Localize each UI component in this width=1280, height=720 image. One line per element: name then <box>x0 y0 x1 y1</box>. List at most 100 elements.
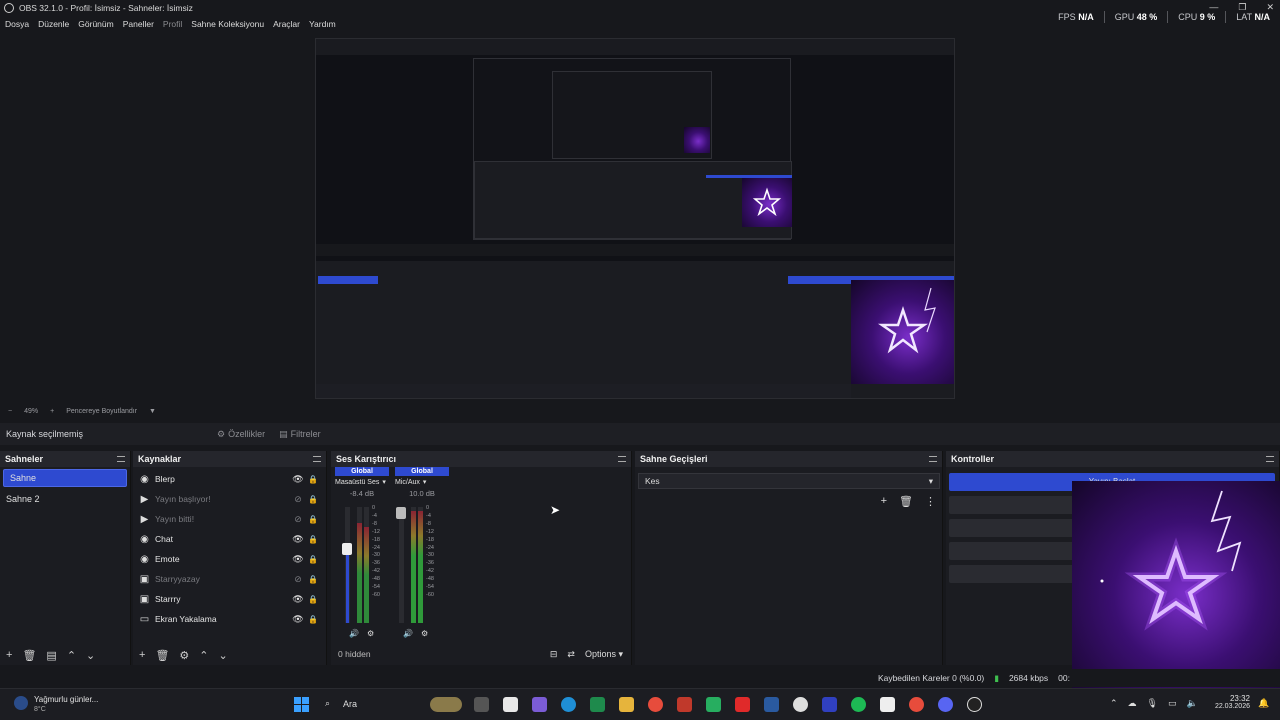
gear-icon[interactable]: ⚙ <box>179 649 189 662</box>
obs-icon[interactable] <box>967 697 982 712</box>
source-item[interactable]: ▶ Yayın başlıyor! ⊘ 🔒 <box>133 489 326 509</box>
app-icon[interactable] <box>677 697 692 712</box>
scene-item[interactable]: Sahne <box>3 469 127 487</box>
source-item[interactable]: ▭ Ekran Yakalama 👁 🔒 <box>133 609 326 629</box>
source-item[interactable]: ▣ Starryyazay ⊘ 🔒 <box>133 569 326 589</box>
eye-hidden-icon[interactable]: ⊘ <box>290 514 306 525</box>
start-icon[interactable] <box>294 697 309 712</box>
add-icon[interactable]: + <box>139 649 145 661</box>
dock-float-icon[interactable] <box>618 456 626 462</box>
eye-hidden-icon[interactable]: ⊘ <box>290 574 306 585</box>
notification-icon[interactable]: 🔔 <box>1258 698 1269 709</box>
youtube-icon[interactable] <box>735 697 750 712</box>
menu-help[interactable]: Yardım <box>309 19 336 29</box>
folder-icon[interactable] <box>619 697 634 712</box>
source-item[interactable]: ◉ Emote 👁 🔒 <box>133 549 326 569</box>
lock-icon[interactable]: 🔒 <box>306 595 320 604</box>
menu-docks[interactable]: Paneller <box>123 19 154 29</box>
settings-icon[interactable]: ⚙ <box>421 629 428 638</box>
settings-icon[interactable]: ⚙ <box>367 629 374 638</box>
dock-float-icon[interactable] <box>1266 456 1274 462</box>
edge-icon[interactable] <box>561 697 576 712</box>
zoom-in-button[interactable]: + <box>50 408 54 415</box>
copilot-icon[interactable] <box>532 697 547 712</box>
menu-tools[interactable]: Araçlar <box>273 19 300 29</box>
lock-icon[interactable]: 🔒 <box>306 475 320 484</box>
filters-button[interactable]: ▤ Filtreler <box>279 429 321 440</box>
fit-to-window-select[interactable]: Pencereye Boyutlandır <box>66 408 137 415</box>
source-item[interactable]: ▶ Yayın bitti! ⊘ 🔒 <box>133 509 326 529</box>
properties-button[interactable]: ⚙ Özellikler <box>217 429 265 440</box>
menu-edit[interactable]: Düzenle <box>38 19 69 29</box>
volume-fader[interactable] <box>396 507 406 623</box>
more-icon[interactable]: ⋮ <box>925 495 936 508</box>
link-icon[interactable]: ⇄ <box>567 649 575 660</box>
chevron-down-icon[interactable]: ▼ <box>149 408 156 415</box>
source-item[interactable]: ◉ Blerp 👁 🔒 <box>133 469 326 489</box>
excel-icon[interactable] <box>590 697 605 712</box>
search-icon[interactable]: ⌕ <box>325 698 330 709</box>
trash-icon[interactable]: 🗑 <box>22 649 36 662</box>
lock-icon[interactable]: 🔒 <box>306 575 320 584</box>
move-up-icon[interactable]: ⌃ <box>67 649 76 662</box>
file-icon[interactable] <box>503 697 518 712</box>
mic-icon[interactable]: 🎙 <box>1147 698 1158 709</box>
chrome-icon[interactable] <box>909 697 924 712</box>
move-down-icon[interactable]: ⌄ <box>219 649 228 662</box>
preview-canvas[interactable] <box>315 38 955 399</box>
search-box[interactable]: Ara <box>343 699 357 709</box>
add-icon[interactable]: + <box>6 649 12 661</box>
filter-icon[interactable]: ▤ <box>46 649 56 662</box>
transition-select[interactable]: Kes ▾ <box>638 473 940 489</box>
steam-icon[interactable] <box>764 697 779 712</box>
volume-icon[interactable]: 🔈 <box>1187 698 1198 709</box>
game-icon[interactable] <box>706 697 721 712</box>
chrome-icon[interactable] <box>648 697 663 712</box>
dock-float-icon[interactable] <box>117 456 125 462</box>
add-icon[interactable]: + <box>881 495 887 508</box>
source-item[interactable]: ▣ Starrry 👁 🔒 <box>133 589 326 609</box>
eye-icon[interactable]: 👁 <box>290 534 306 545</box>
lock-icon[interactable]: 🔒 <box>306 515 320 524</box>
network-icon[interactable]: ▭ <box>1168 698 1177 709</box>
widgets-icon[interactable] <box>430 697 462 712</box>
menu-view[interactable]: Görünüm <box>78 19 113 29</box>
move-down-icon[interactable]: ⌄ <box>86 649 95 662</box>
chevron-down-icon[interactable]: ▾ <box>423 478 427 486</box>
source-item[interactable]: ◉ Chat 👁 🔒 <box>133 529 326 549</box>
speaker-icon[interactable]: 🔊 <box>349 629 359 638</box>
menu-profile[interactable]: Profil <box>163 19 182 29</box>
weather-icon[interactable] <box>14 696 28 710</box>
move-up-icon[interactable]: ⌃ <box>199 649 208 662</box>
volume-fader[interactable] <box>342 507 352 623</box>
eye-icon[interactable]: 👁 <box>290 474 306 485</box>
task-view-icon[interactable] <box>474 697 489 712</box>
layout-icon[interactable]: ⊟ <box>550 649 558 660</box>
notes-icon[interactable] <box>880 697 895 712</box>
app-icon[interactable] <box>793 697 808 712</box>
trash-icon[interactable]: 🗑 <box>899 495 913 508</box>
cloud-icon[interactable]: ☁ <box>1128 698 1137 709</box>
dock-float-icon[interactable] <box>313 456 321 462</box>
app-icon[interactable] <box>822 697 837 712</box>
eye-icon[interactable]: 👁 <box>290 554 306 565</box>
options-button[interactable]: Options ▾ <box>585 649 623 660</box>
weather-text[interactable]: Yağmurlu günler... <box>34 695 98 704</box>
clock[interactable]: 23:32 22.03.2026 <box>1214 694 1250 710</box>
menu-scene-collection[interactable]: Sahne Koleksiyonu <box>191 19 264 29</box>
lock-icon[interactable]: 🔒 <box>306 535 320 544</box>
chevron-down-icon[interactable]: ▾ <box>382 478 386 486</box>
chevron-up-icon[interactable]: ⌃ <box>1110 698 1118 709</box>
eye-hidden-icon[interactable]: ⊘ <box>290 494 306 505</box>
spotify-icon[interactable] <box>851 697 866 712</box>
speaker-icon[interactable]: 🔊 <box>403 629 413 638</box>
lock-icon[interactable]: 🔒 <box>306 555 320 564</box>
zoom-out-button[interactable]: − <box>8 408 12 415</box>
eye-icon[interactable]: 👁 <box>290 594 306 605</box>
eye-icon[interactable]: 👁 <box>290 614 306 625</box>
discord-icon[interactable] <box>938 697 953 712</box>
lock-icon[interactable]: 🔒 <box>306 615 320 624</box>
lock-icon[interactable]: 🔒 <box>306 495 320 504</box>
menu-file[interactable]: Dosya <box>5 19 29 29</box>
scene-item[interactable]: Sahne 2 <box>0 489 130 509</box>
